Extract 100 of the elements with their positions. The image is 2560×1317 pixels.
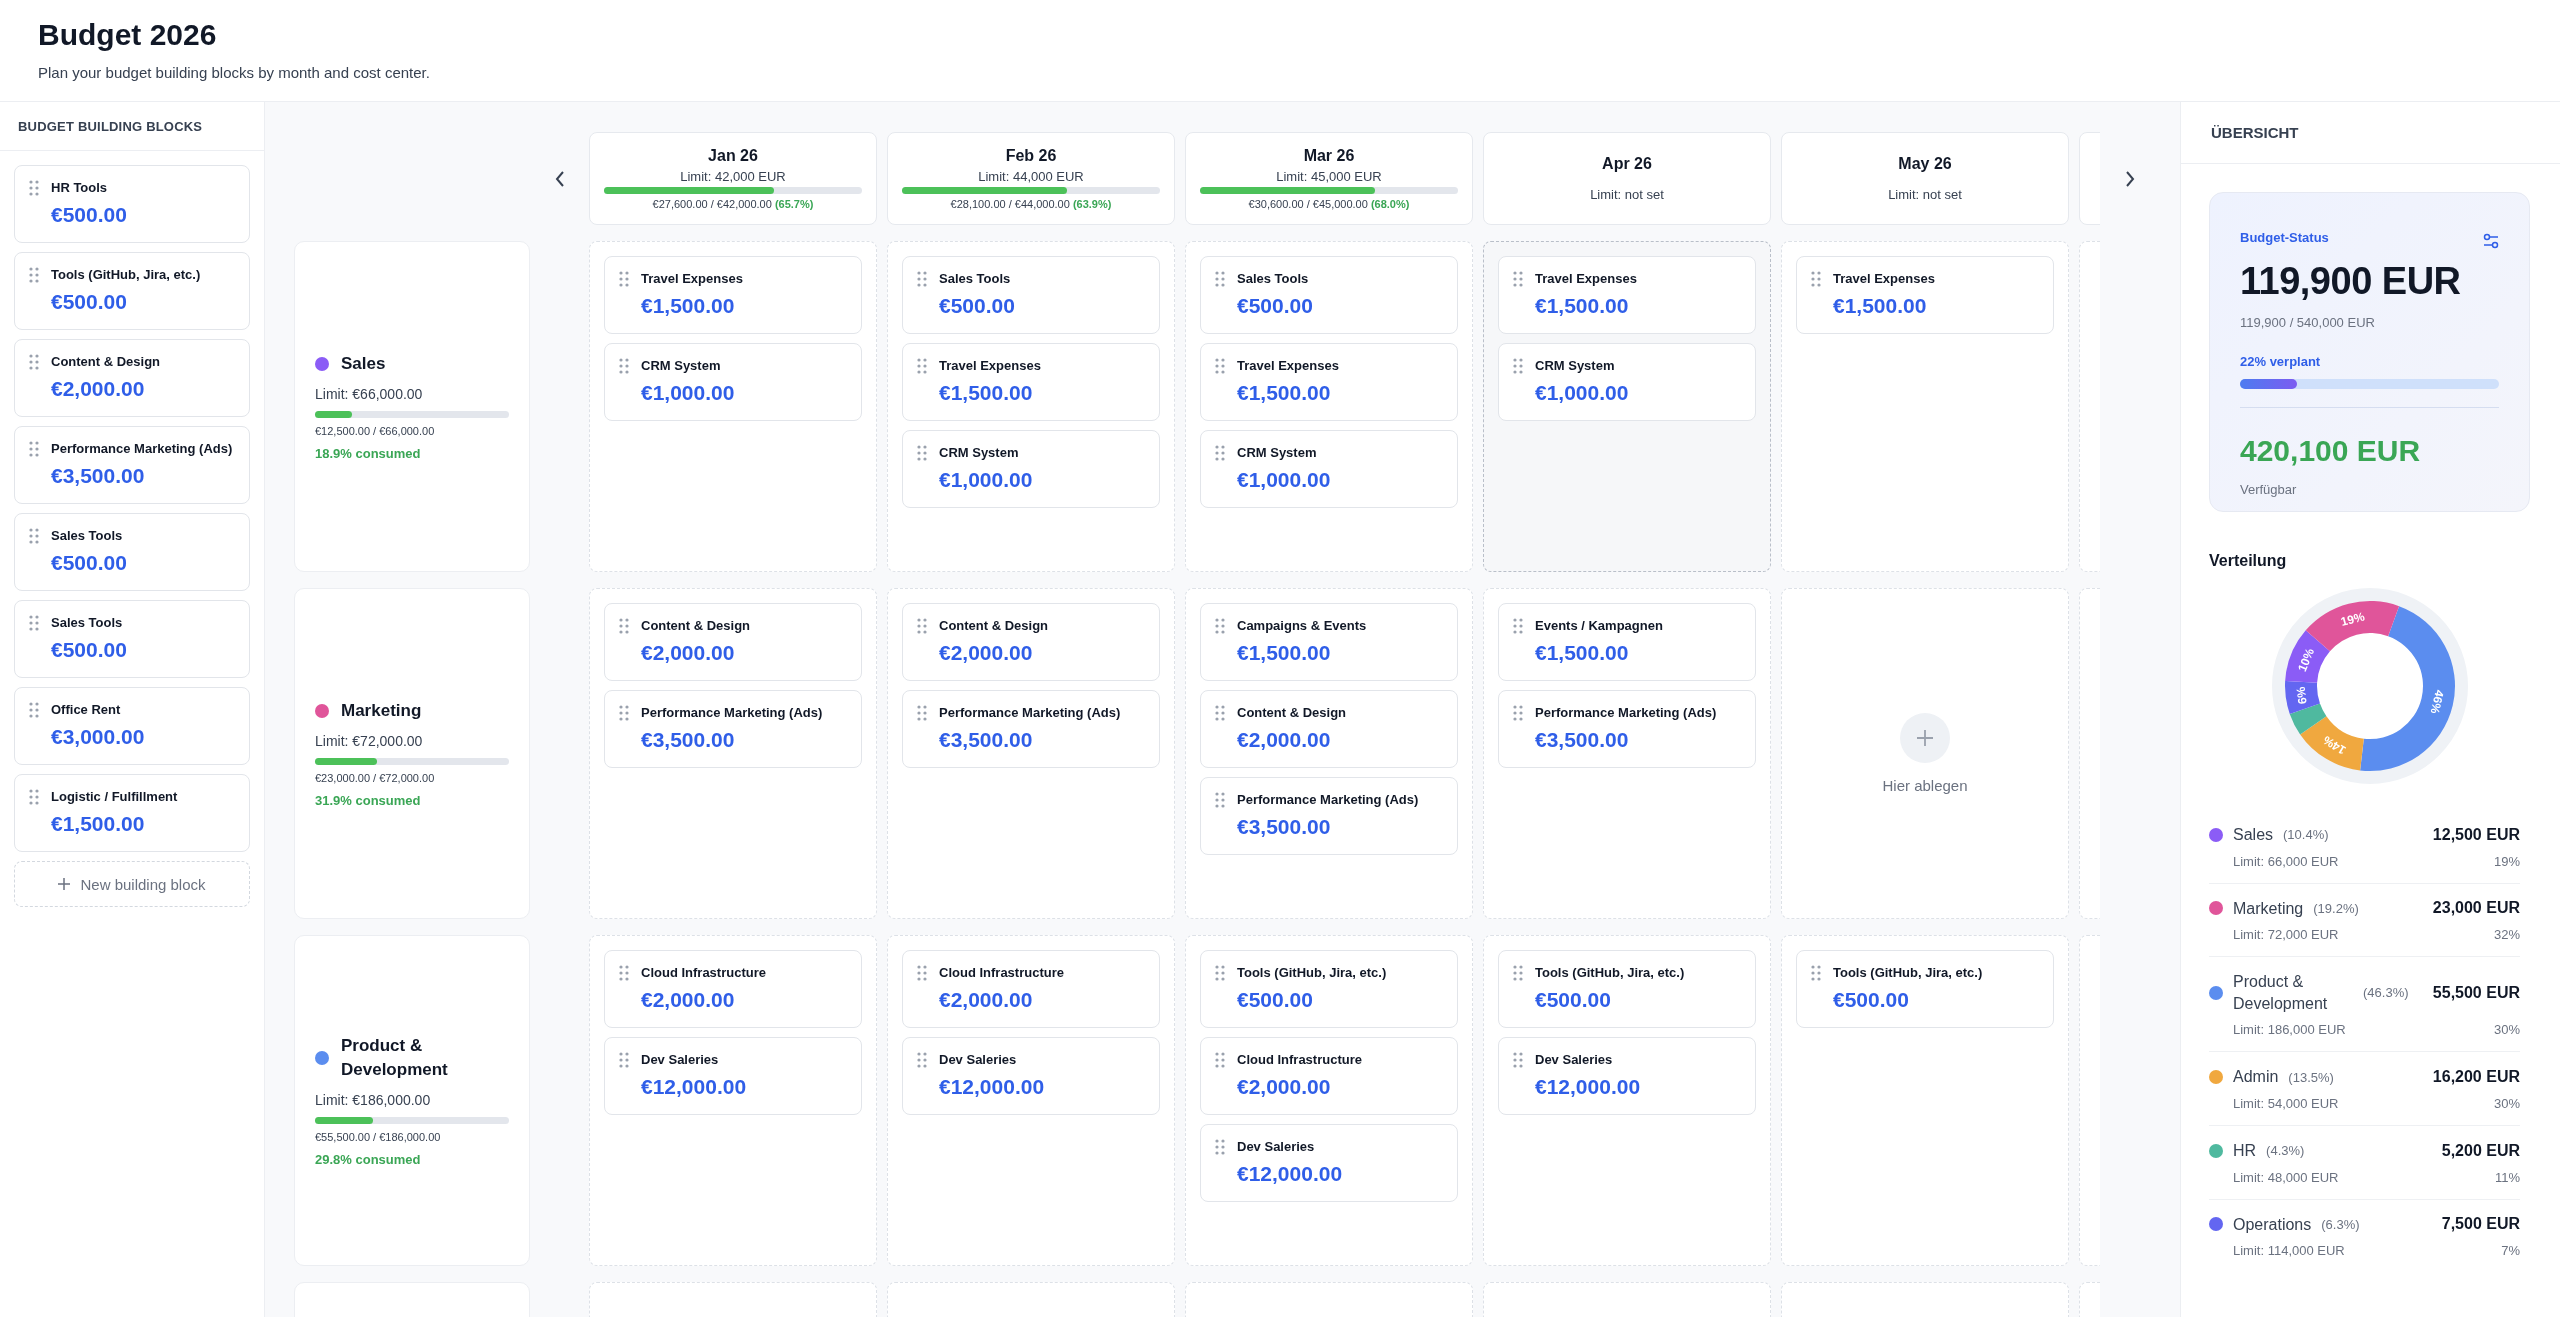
budget-block-card[interactable]: Cloud Infrastructure €2,000.00 <box>604 950 862 1028</box>
budget-block-card[interactable]: Cloud Infrastructure €2,000.00 <box>1200 1037 1458 1115</box>
budget-block-card[interactable]: Office Rent €3,000.00 <box>14 687 250 765</box>
month-reading: €27,600.00 / €42,000.00 <box>652 198 772 210</box>
drag-handle-icon[interactable] <box>619 358 629 374</box>
block-label: Travel Expenses <box>641 271 743 286</box>
drag-handle-icon[interactable] <box>619 618 629 634</box>
drag-handle-icon[interactable] <box>1811 271 1821 287</box>
chevron-right-icon[interactable] <box>2124 170 2135 187</box>
legend-amount: 23,000 EUR <box>2432 899 2520 918</box>
budget-block-card[interactable]: Performance Marketing (Ads) €3,500.00 <box>604 690 862 768</box>
budget-block-card[interactable]: Tools (GitHub, Jira, etc.) €500.00 <box>14 252 250 330</box>
add-icon[interactable] <box>1900 713 1950 763</box>
budget-block-card[interactable]: Sales Tools €500.00 <box>14 513 250 591</box>
drag-handle-icon[interactable] <box>29 789 39 805</box>
budget-block-card[interactable]: CRM System €1,000.00 <box>604 343 862 421</box>
budget-block-card[interactable]: Events / Kampagnen €1,500.00 <box>1498 603 1756 681</box>
drag-handle-icon[interactable] <box>29 441 39 457</box>
budget-block-card[interactable]: Sales Tools €500.00 <box>1200 256 1458 334</box>
drag-handle-icon[interactable] <box>29 267 39 283</box>
drag-handle-icon[interactable] <box>1811 965 1821 981</box>
drag-handle-icon[interactable] <box>619 1052 629 1068</box>
budget-block-card[interactable]: Travel Expenses €1,500.00 <box>902 343 1160 421</box>
new-block-button[interactable]: New building block <box>14 861 250 907</box>
drag-handle-icon[interactable] <box>1215 792 1225 808</box>
drag-handle-icon[interactable] <box>1215 358 1225 374</box>
drag-handle-icon[interactable] <box>29 354 39 370</box>
legend-share: (6.3%) <box>2321 1216 2360 1232</box>
budget-block-card[interactable]: Performance Marketing (Ads) €3,500.00 <box>1200 777 1458 855</box>
drag-handle-icon[interactable] <box>1513 358 1523 374</box>
budget-block-card[interactable]: Campaigns & Events €1,500.00 <box>1200 603 1458 681</box>
drag-handle-icon[interactable] <box>1513 705 1523 721</box>
drag-handle-icon[interactable] <box>917 705 927 721</box>
block-amount: €3,500.00 <box>641 728 736 752</box>
block-amount: €1,500.00 <box>1237 381 1332 405</box>
drag-handle-icon[interactable] <box>1215 965 1225 981</box>
drag-handle-icon[interactable] <box>619 271 629 287</box>
drag-handle-icon[interactable] <box>1215 1139 1225 1155</box>
drag-handle-icon[interactable] <box>917 358 927 374</box>
budget-block-card[interactable]: HR Tools €500.00 <box>14 165 250 243</box>
drag-handle-icon[interactable] <box>1215 618 1225 634</box>
drag-handle-icon[interactable] <box>1215 445 1225 461</box>
budget-block-card[interactable]: Travel Expenses €1,500.00 <box>1200 343 1458 421</box>
drag-handle-icon[interactable] <box>619 965 629 981</box>
budget-block-card[interactable]: Travel Expenses €1,500.00 <box>1498 256 1756 334</box>
budget-block-card[interactable]: Dev Saleries €12,000.00 <box>604 1037 862 1115</box>
budget-block-card[interactable]: Content & Design €2,000.00 <box>1200 690 1458 768</box>
budget-block-card[interactable]: Content & Design €2,000.00 <box>604 603 862 681</box>
legend-amount: 55,500 EUR <box>2432 983 2520 1002</box>
block-amount: €1,500.00 <box>51 812 146 836</box>
budget-block-card[interactable]: Dev Saleries €12,000.00 <box>902 1037 1160 1115</box>
budget-block-card[interactable]: Dev Saleries €12,000.00 <box>1200 1124 1458 1202</box>
block-amount: €2,000.00 <box>641 988 736 1012</box>
block-amount: €2,000.00 <box>641 641 736 665</box>
drag-handle-icon[interactable] <box>1513 271 1523 287</box>
section-title: Verteilung <box>2209 552 2288 570</box>
drag-handle-icon[interactable] <box>619 705 629 721</box>
legend-name: HR <box>2233 1140 2257 1161</box>
budget-block-card[interactable]: Content & Design €2,000.00 <box>14 339 250 417</box>
drag-handle-icon[interactable] <box>917 445 927 461</box>
budget-block-card[interactable]: Travel Expenses €1,500.00 <box>604 256 862 334</box>
drag-handle-icon[interactable] <box>917 271 927 287</box>
block-label: Performance Marketing (Ads) <box>641 705 823 720</box>
legend-amount: 5,200 EUR <box>2441 1141 2520 1160</box>
drag-handle-icon[interactable] <box>1215 271 1225 287</box>
drag-handle-icon[interactable] <box>29 180 39 196</box>
budget-block-card[interactable]: Cloud Infrastructure €2,000.00 <box>902 950 1160 1028</box>
budget-block-card[interactable]: Travel Expenses €1,500.00 <box>1796 256 2054 334</box>
block-amount: €3,500.00 <box>939 728 1034 752</box>
chevron-left-icon[interactable] <box>554 170 565 187</box>
budget-block-card[interactable]: Sales Tools €500.00 <box>902 256 1160 334</box>
drag-handle-icon[interactable] <box>29 702 39 718</box>
budget-block-card[interactable]: Performance Marketing (Ads) €3,500.00 <box>1498 690 1756 768</box>
drag-handle-icon[interactable] <box>29 615 39 631</box>
drag-handle-icon[interactable] <box>917 965 927 981</box>
budget-block-card[interactable]: CRM System €1,000.00 <box>1200 430 1458 508</box>
drag-handle-icon[interactable] <box>1513 618 1523 634</box>
drag-handle-icon[interactable] <box>1513 965 1523 981</box>
budget-block-card[interactable]: Sales Tools €500.00 <box>14 600 250 678</box>
drag-handle-icon[interactable] <box>1513 1052 1523 1068</box>
block-amount: €12,000.00 <box>1237 1162 1343 1186</box>
budget-block-card[interactable]: Logistic / Fulfillment €1,500.00 <box>14 774 250 852</box>
drag-handle-icon[interactable] <box>1215 1052 1225 1068</box>
settings-icon[interactable] <box>2483 233 2499 249</box>
budget-block-card[interactable]: Tools (GitHub, Jira, etc.) €500.00 <box>1796 950 2054 1028</box>
budget-block-card[interactable]: Tools (GitHub, Jira, etc.) €500.00 <box>1498 950 1756 1028</box>
budget-block-card[interactable]: Dev Saleries €12,000.00 <box>1498 1037 1756 1115</box>
budget-block-card[interactable]: Tools (GitHub, Jira, etc.) €500.00 <box>1200 950 1458 1028</box>
budget-block-card[interactable]: CRM System €1,000.00 <box>1498 343 1756 421</box>
drag-handle-icon[interactable] <box>1215 705 1225 721</box>
budget-block-card[interactable]: Performance Marketing (Ads) €3,500.00 <box>902 690 1160 768</box>
drag-handle-icon[interactable] <box>29 528 39 544</box>
budget-block-card[interactable]: CRM System €1,000.00 <box>902 430 1160 508</box>
budget-block-card[interactable]: Content & Design €2,000.00 <box>902 603 1160 681</box>
cost-center-name: Marketing <box>341 700 422 723</box>
legend-limit: Limit: 72,000 EUR <box>2233 927 2340 943</box>
legend-share: (4.3%) <box>2266 1143 2305 1159</box>
drag-handle-icon[interactable] <box>917 1052 927 1068</box>
drag-handle-icon[interactable] <box>917 618 927 634</box>
budget-block-card[interactable]: Performance Marketing (Ads) €3,500.00 <box>14 426 250 504</box>
